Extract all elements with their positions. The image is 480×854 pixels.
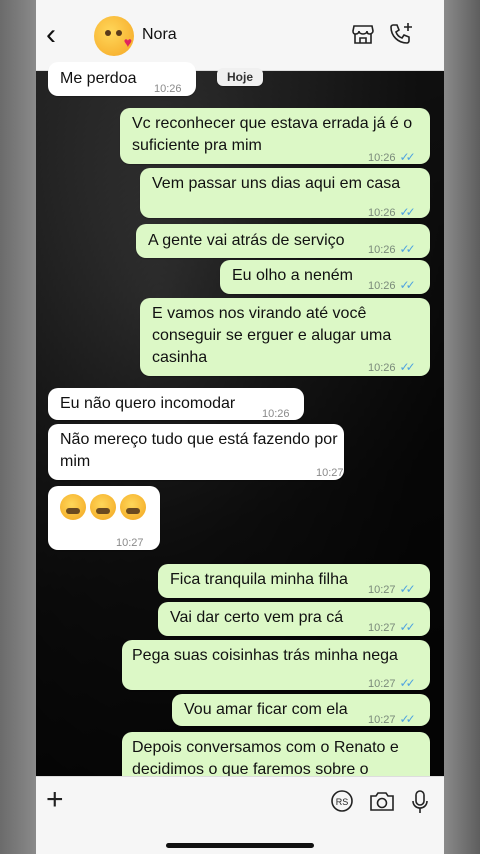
read-ticks-icon: ✓✓ <box>399 360 416 374</box>
message-time: 10:27 ✓✓ <box>368 712 416 726</box>
message-text: Depois conversamos com o Renato e decidi… <box>132 739 399 778</box>
message-outgoing[interactable]: Vai dar certo vem pra cá 10:27 ✓✓ <box>158 602 430 636</box>
message-text: Fica tranquila minha filha <box>170 571 348 588</box>
message-text: Pega suas coisinhas trás minha nega <box>132 647 398 664</box>
emoji-row <box>60 494 150 520</box>
message-time: 10:27 <box>116 537 144 549</box>
message-text: Vai dar certo vem pra cá <box>170 609 344 626</box>
plus-icon[interactable]: + <box>46 783 64 817</box>
store-icon[interactable] <box>352 24 374 44</box>
read-ticks-icon: ✓✓ <box>399 712 416 726</box>
message-time: 10:26 ✓✓ <box>368 242 416 256</box>
message-incoming[interactable]: Não mereço tudo que está fazendo por mim… <box>48 424 344 480</box>
avatar-eye-left <box>105 30 111 36</box>
kiss-heart-icon: ♥ <box>123 34 132 50</box>
chat-screen: ‹ ♥ Nora Me perdoa 10:26 Hoje Vc reconhe… <box>36 0 444 854</box>
read-ticks-icon: ✓✓ <box>399 278 416 292</box>
message-outgoing[interactable]: Vem passar uns dias aqui em casa 10:26 ✓✓ <box>140 168 430 219</box>
message-text: Eu olho a neném <box>232 267 353 284</box>
message-incoming-emoji[interactable]: 10:27 <box>48 486 160 550</box>
add-call-icon[interactable] <box>388 22 414 46</box>
message-outgoing[interactable]: Eu olho a neném 10:26 ✓✓ <box>220 260 430 294</box>
message-text: Eu não quero incomodar <box>60 395 236 412</box>
read-ticks-icon: ✓✓ <box>399 676 416 690</box>
crying-face-icon <box>90 494 116 520</box>
message-outgoing[interactable]: Vc reconhecer que estava errada já é o s… <box>120 108 430 164</box>
message-time: 10:27 ✓✓ <box>368 582 416 596</box>
message-text: A gente vai atrás de serviço <box>148 232 345 249</box>
camera-icon[interactable] <box>368 789 396 813</box>
read-ticks-icon: ✓✓ <box>399 242 416 256</box>
read-ticks-icon: ✓✓ <box>399 620 416 634</box>
crying-face-icon <box>60 494 86 520</box>
right-edge-background <box>444 0 480 854</box>
message-time: 10:26 ✓✓ <box>368 150 416 164</box>
read-ticks-icon: ✓✓ <box>399 150 416 164</box>
message-text: Vou amar ficar com ela <box>184 701 348 718</box>
composer-bar: + RS <box>36 776 444 854</box>
message-time: 10:26 ✓✓ <box>368 360 416 374</box>
message-incoming[interactable]: Me perdoa 10:26 <box>48 62 196 96</box>
crying-face-icon <box>120 494 146 520</box>
left-edge-background <box>0 0 36 854</box>
message-outgoing[interactable]: A gente vai atrás de serviço 10:26 ✓✓ <box>136 224 430 258</box>
message-text: Me perdoa <box>60 70 137 87</box>
microphone-icon[interactable] <box>410 789 430 815</box>
back-icon[interactable]: ‹ <box>46 20 56 50</box>
date-chip: Hoje <box>217 68 264 86</box>
message-time: 10:27 ✓✓ <box>368 620 416 634</box>
message-outgoing[interactable]: E vamos nos virando até você conseguir s… <box>140 298 430 376</box>
message-time: 10:26 <box>262 408 290 420</box>
message-text: Não mereço tudo que está fazendo por mim <box>60 431 338 470</box>
message-outgoing[interactable]: Fica tranquila minha filha 10:27 ✓✓ <box>158 564 430 598</box>
message-outgoing[interactable]: Pega suas coisinhas trás minha nega 10:2… <box>122 640 430 690</box>
read-ticks-icon: ✓✓ <box>399 205 416 219</box>
message-time: 10:26 ✓✓ <box>368 205 416 219</box>
home-indicator[interactable] <box>166 843 314 848</box>
message-time: 10:26 <box>154 83 182 95</box>
contact-avatar[interactable]: ♥ <box>94 16 134 56</box>
message-text: Vem passar uns dias aqui em casa <box>152 175 401 192</box>
message-outgoing[interactable]: Vou amar ficar com ela 10:27 ✓✓ <box>172 694 430 726</box>
sticker-icon[interactable]: RS <box>330 789 354 813</box>
message-time: 10:27 <box>316 467 344 479</box>
svg-text:RS: RS <box>336 797 349 807</box>
read-ticks-icon: ✓✓ <box>399 582 416 596</box>
chat-header: ‹ ♥ Nora <box>36 0 444 71</box>
avatar-eye-right <box>116 30 122 36</box>
contact-name[interactable]: Nora <box>142 26 177 44</box>
message-incoming[interactable]: Eu não quero incomodar 10:26 <box>48 388 304 420</box>
message-time: 10:27 ✓✓ <box>368 676 416 690</box>
message-time: 10:26 ✓✓ <box>368 278 416 292</box>
